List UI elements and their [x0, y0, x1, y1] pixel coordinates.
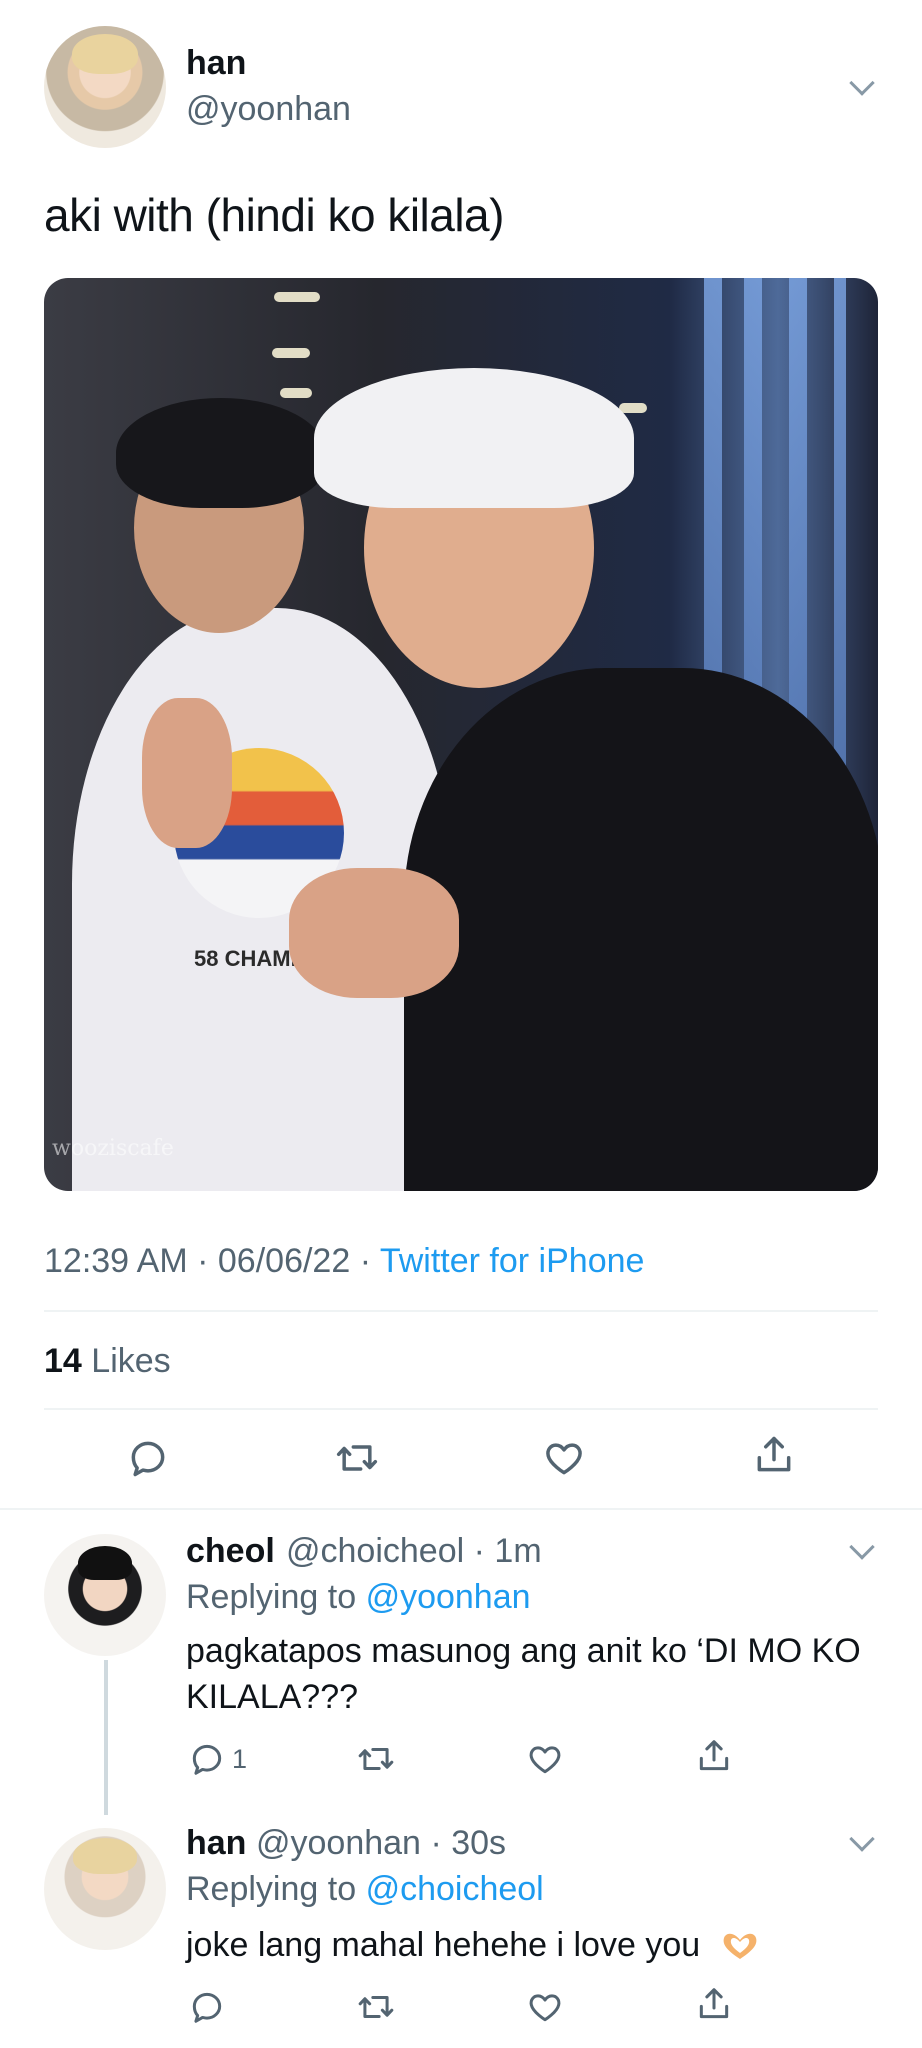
reply-icon: [192, 1992, 222, 2023]
reply-icon: [192, 1744, 222, 1775]
like-button[interactable]: [541, 1436, 587, 1480]
divider: [0, 1508, 922, 1510]
reply-text-row: joke lang mahal hehehe i love you: [186, 1922, 906, 1968]
photo-hand: [142, 698, 232, 848]
reply-author-handle[interactable]: @yoonhan: [256, 1824, 421, 1862]
heart-hands-emoji: [723, 1933, 756, 1960]
tweet-source-link[interactable]: Twitter for iPhone: [380, 1242, 645, 1280]
share-button[interactable]: [695, 1984, 733, 2024]
retweet-icon: [358, 1747, 394, 1771]
reply-text: joke lang mahal hehehe i love you: [186, 1926, 701, 1964]
reply-author-name[interactable]: cheol: [186, 1532, 275, 1571]
likes-label: Likes: [91, 1342, 171, 1380]
meta-separator: ·: [197, 1242, 218, 1280]
share-button[interactable]: [752, 1432, 796, 1478]
reply-button[interactable]: [126, 1436, 170, 1480]
photo-hand: [289, 868, 459, 998]
photo-person-right: [404, 668, 878, 1191]
reply-author-meta: @yoonhan · 30s: [256, 1824, 506, 1863]
replying-prefix: Replying to: [186, 1578, 357, 1616]
like-icon: [546, 1443, 582, 1475]
retweet-button[interactable]: [355, 1740, 397, 1778]
thread-connector: [104, 1660, 108, 1815]
reply-author-name[interactable]: han: [186, 1824, 246, 1863]
likes-summary[interactable]: 14 Likes: [44, 1342, 171, 1381]
chevron-down-icon[interactable]: [849, 1534, 875, 1560]
author-name[interactable]: han: [186, 44, 246, 83]
replying-to-mention[interactable]: @choicheol: [366, 1870, 544, 1908]
photo-lamp: [274, 292, 320, 302]
replying-to-mention[interactable]: @yoonhan: [366, 1578, 531, 1616]
reply-count: 1: [232, 1743, 248, 1774]
chevron-down-icon[interactable]: [849, 1826, 875, 1852]
meta-separator: ·: [359, 1242, 380, 1280]
retweet-icon: [358, 1995, 394, 2019]
like-button[interactable]: [525, 1740, 565, 1778]
reply-age: 30s: [451, 1824, 507, 1862]
divider: [44, 1408, 878, 1410]
like-icon: [529, 1994, 561, 2022]
divider: [44, 1310, 878, 1312]
tweet-text: aki with (hindi ko kilala): [44, 189, 504, 241]
photo-person-left-hat: [116, 398, 326, 508]
reply-button[interactable]: [188, 1988, 226, 2026]
replying-prefix: Replying to: [186, 1870, 357, 1908]
replying-to: Replying to @yoonhan: [186, 1578, 531, 1617]
like-icon: [529, 1746, 561, 1774]
author-avatar[interactable]: [44, 26, 166, 148]
reply-age: 1m: [494, 1532, 542, 1570]
reply-icon: [131, 1441, 165, 1477]
replying-to: Replying to @choicheol: [186, 1870, 544, 1909]
tweet-photo[interactable]: 58 CHAMPS wooziscafe: [44, 278, 878, 1191]
author-handle[interactable]: @yoonhan: [186, 90, 351, 129]
share-icon: [757, 1436, 791, 1472]
tweet-date: 06/06/22: [217, 1242, 351, 1280]
reply-author-avatar[interactable]: [44, 1828, 166, 1950]
share-icon: [699, 1740, 729, 1771]
share-icon: [699, 1988, 729, 2019]
meta-separator: ·: [430, 1824, 452, 1862]
chevron-down-icon[interactable]: [849, 70, 875, 96]
share-button[interactable]: [695, 1736, 733, 1776]
reply-text: pagkatapos masunog ang anit ko ‘DI MO KO…: [186, 1632, 861, 1716]
photo-lamp: [619, 403, 647, 413]
tweet-time: 12:39 AM: [44, 1242, 188, 1280]
photo-lamp: [280, 388, 312, 398]
photo-person-right-cap: [314, 368, 634, 508]
reply-author-meta: @choicheol · 1m: [286, 1532, 542, 1571]
likes-count: 14: [44, 1342, 82, 1380]
reply-author-handle[interactable]: @choicheol: [286, 1532, 464, 1570]
retweet-button[interactable]: [333, 1436, 381, 1480]
retweet-icon: [336, 1445, 378, 1471]
retweet-button[interactable]: [355, 1988, 397, 2026]
reply-author-avatar[interactable]: [44, 1534, 166, 1656]
tweet-meta: 12:39 AM · 06/06/22 · Twitter for iPhone: [44, 1242, 644, 1281]
reply-button[interactable]: 1: [188, 1740, 247, 1778]
like-button[interactable]: [525, 1988, 565, 2026]
photo-lamp: [272, 348, 310, 358]
meta-separator: ·: [473, 1532, 495, 1570]
photo-watermark: wooziscafe: [52, 1136, 174, 1161]
